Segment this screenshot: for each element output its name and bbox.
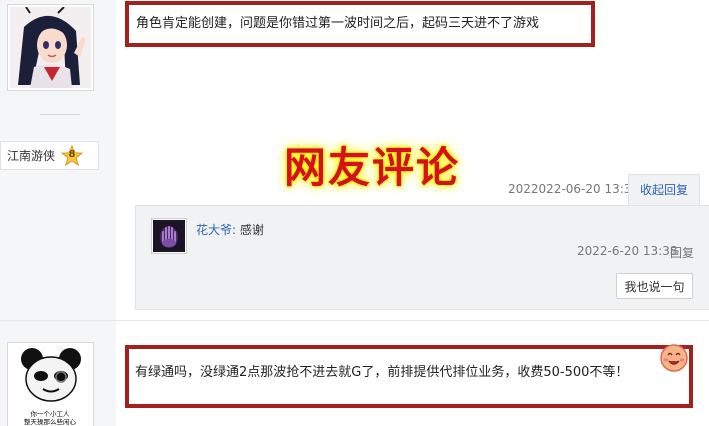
level-number: 8 [68,148,76,160]
reply-avatar[interactable] [151,218,187,254]
smiley-face-icon [659,343,689,377]
reply-username[interactable]: 花大爷: [196,223,236,237]
collapse-replies-button[interactable]: 收起回复 [628,174,700,206]
user-badge[interactable]: 江南游侠 8 [0,141,99,170]
comment-text: 角色肯定能创建，问题是你错过第一波时间之后，起码三天进不了游戏 [136,16,540,31]
comment-highlight-box: 角色肯定能创建，问题是你错过第一波时间之后，起码三天进不了游戏 [125,1,595,47]
user-avatar[interactable]: 你一个小工人 整天操那么些闲心 [7,342,94,426]
reply-text: 感谢 [236,223,264,237]
username[interactable]: 江南游侠 [7,147,55,164]
post-timestamp: 2022022-06-20 13:36 [508,182,640,196]
user-avatar[interactable] [7,4,94,91]
reply-timestamp: 2022-6-20 13:38 [577,244,678,258]
comment-text: 有绿通吗，没绿通2点那波抢不进去就G了，前排提供代排位业务，收费50-500不等… [135,365,629,380]
comment-highlight-box: 有绿通吗，没绿通2点那波抢不进去就G了，前排提供代排位业务，收费50-500不等… [125,345,693,408]
anime-girl-avatar-icon [10,7,91,88]
overlay-title: 网友评论 [284,143,461,192]
level-badge: 8 [61,144,84,167]
username-underline [40,114,80,115]
post-divider [0,320,709,321]
add-reply-button[interactable]: 我也说一句 [616,273,693,299]
avatar-caption-1: 你一个小工人 [31,409,71,418]
avatar-caption-2: 整天操那么些闲心 [24,417,77,426]
panda-meme-avatar-icon: 你一个小工人 整天操那么些闲心 [10,345,91,426]
dark-hand-avatar-icon [153,220,185,252]
reply-content: 花大爷: 感谢 [196,221,264,238]
reply-link[interactable]: 回复 [670,244,694,261]
